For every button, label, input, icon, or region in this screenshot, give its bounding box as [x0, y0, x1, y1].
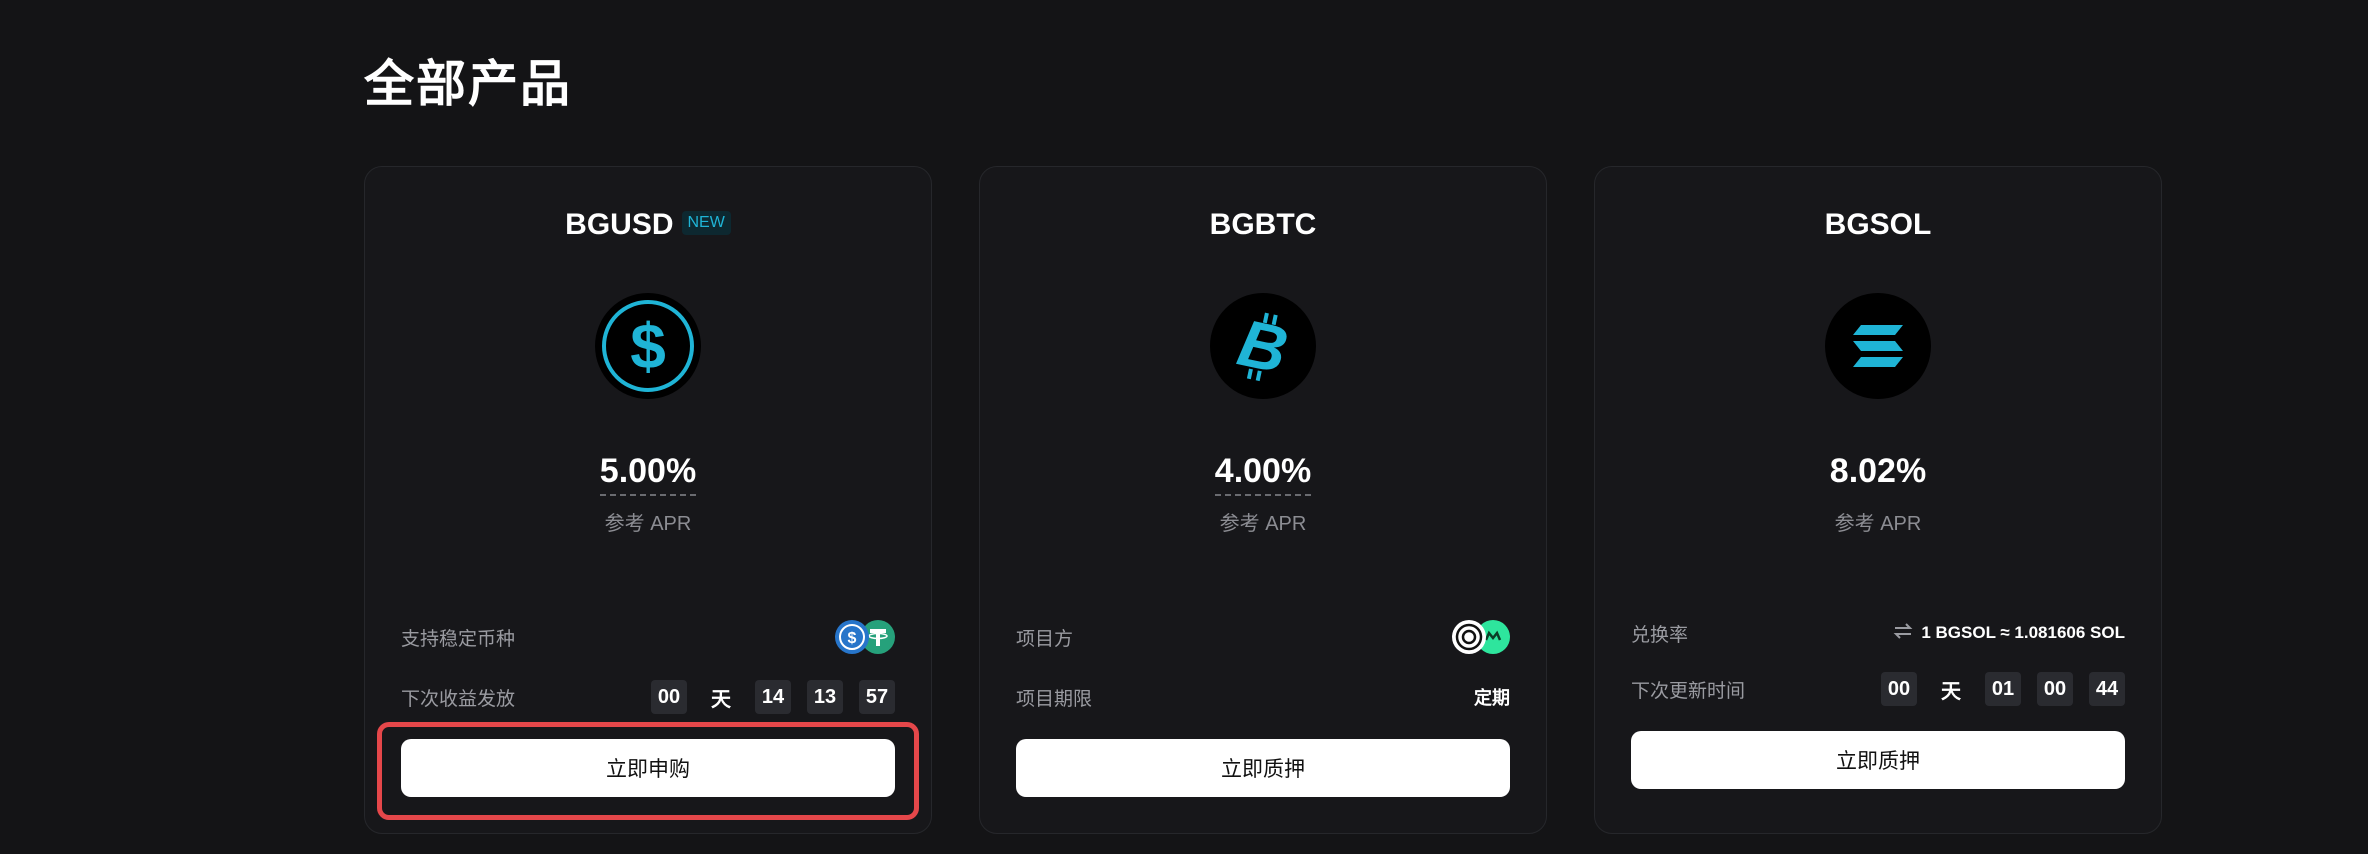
- apr-value[interactable]: 5.00%: [599, 449, 697, 496]
- row-label: 兑换率: [1631, 624, 1689, 646]
- next-update-row: 下次更新时间 00 天 01 00 44: [1631, 669, 2125, 709]
- subscribe-button[interactable]: 立即申购: [401, 739, 895, 797]
- bitcoin-icon: B: [1210, 293, 1316, 399]
- card-title: BGSOL: [1595, 205, 2161, 245]
- countdown: 00 天 01 00 44: [1881, 672, 2125, 706]
- row-label: 下次更新时间: [1631, 680, 1746, 702]
- row-label: 项目期限: [1016, 688, 1093, 710]
- page-title: 全部产品: [364, 56, 572, 112]
- countdown-minutes: 13: [807, 680, 843, 714]
- stake-button[interactable]: 立即质押: [1016, 739, 1510, 797]
- svg-text:B: B: [1232, 305, 1294, 387]
- countdown-hours: 01: [1985, 672, 2021, 706]
- solana-icon: [1825, 293, 1931, 399]
- swap-icon: [1893, 622, 1913, 644]
- product-name: BGBTC: [1209, 208, 1317, 241]
- countdown-days: 00: [1881, 672, 1917, 706]
- svg-text:$: $: [848, 630, 857, 647]
- apr-label: 参考 APR: [604, 513, 692, 535]
- new-badge: NEW: [681, 211, 731, 236]
- product-name: BGUSD: [565, 208, 674, 241]
- row-label: 下次收益发放: [401, 688, 516, 710]
- supported-stablecoins-row: 支持稳定币种 $: [401, 617, 895, 657]
- countdown-hours: 14: [755, 680, 791, 714]
- product-card-bgbtc: BGBTC B 4.00% 参考 APR 项目方 项目期限 定期 立即质押: [979, 166, 1547, 834]
- countdown-days: 00: [651, 680, 687, 714]
- apr-value: 8.02%: [1829, 452, 1927, 490]
- usdc-icon: $: [835, 620, 869, 654]
- dollar-icon: $: [595, 293, 701, 399]
- countdown-day-unit: 天: [1941, 680, 1961, 703]
- countdown-seconds: 57: [859, 680, 895, 714]
- term-value: 定期: [1474, 688, 1510, 708]
- product-name: BGSOL: [1824, 208, 1932, 241]
- apr-label: 参考 APR: [1834, 513, 1922, 535]
- card-title: BGBTC: [980, 205, 1546, 245]
- exchange-rate-row: 兑换率 1 BGSOL ≈ 1.081606 SOL: [1631, 613, 2125, 653]
- exchange-rate-value: 1 BGSOL ≈ 1.081606 SOL: [1921, 623, 2125, 642]
- row-label: 项目方: [1016, 628, 1074, 650]
- row-label: 支持稳定币种: [401, 628, 516, 650]
- countdown-day-unit: 天: [711, 688, 731, 711]
- apr-value[interactable]: 4.00%: [1214, 449, 1312, 496]
- product-card-bgusd: BGUSD NEW $ 5.00% 参考 APR 支持稳定币种 $ 下次收益发放 …: [364, 166, 932, 834]
- svg-text:$: $: [630, 310, 666, 382]
- countdown: 00 天 14 13 57: [651, 680, 895, 714]
- next-payout-row: 下次收益发放 00 天 14 13 57: [401, 677, 895, 717]
- countdown-minutes: 00: [2037, 672, 2073, 706]
- countdown-seconds: 44: [2089, 672, 2125, 706]
- card-title: BGUSD NEW: [365, 205, 931, 245]
- stake-button[interactable]: 立即质押: [1631, 731, 2125, 789]
- product-card-bgsol: BGSOL 8.02% 参考 APR 兑换率 1 BGSOL ≈ 1.08160…: [1594, 166, 2162, 834]
- apr-label: 参考 APR: [1219, 513, 1307, 535]
- project-term-row: 项目期限 定期: [1016, 677, 1510, 717]
- coinbase-icon: [1452, 620, 1486, 654]
- project-party-row: 项目方: [1016, 617, 1510, 657]
